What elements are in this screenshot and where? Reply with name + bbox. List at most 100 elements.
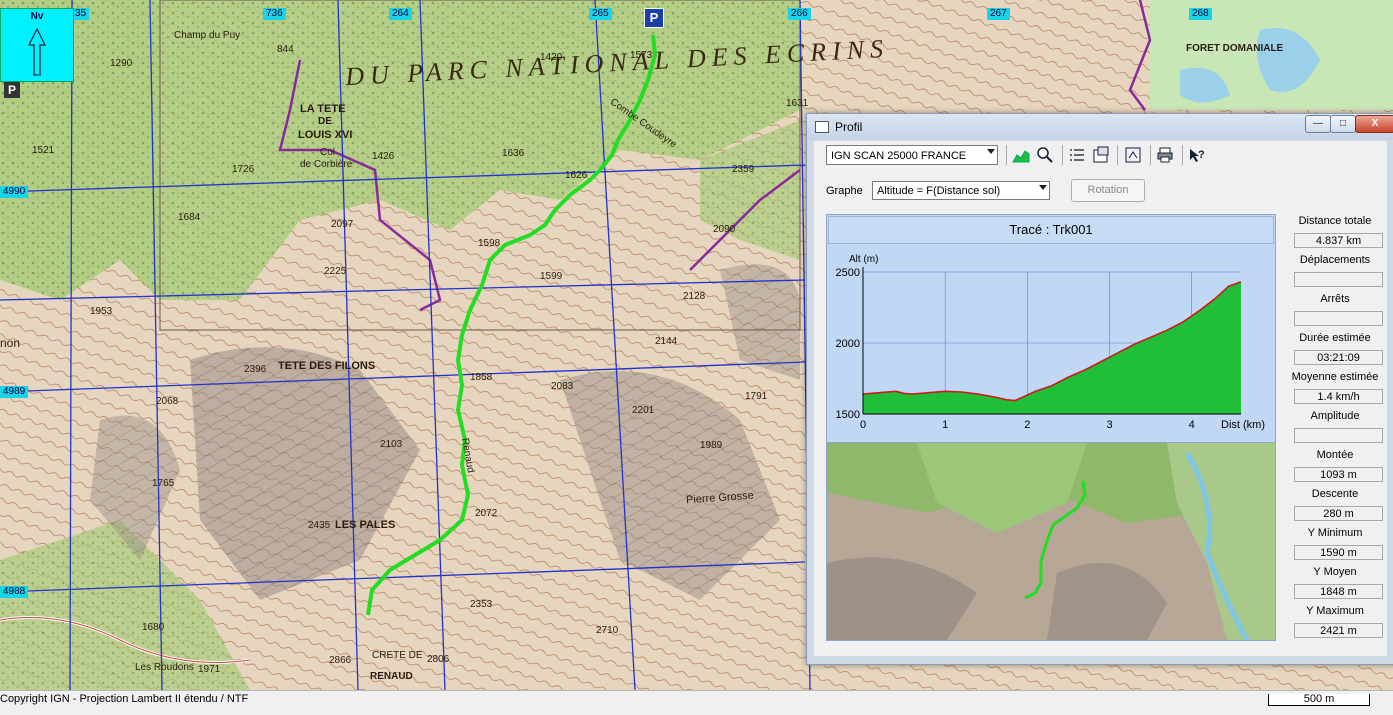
spot-height: 2072	[475, 508, 498, 519]
elevation-chart-panel: Tracé : Trk001 0 1 2 3 4 1500 2000 2500 Alt (m) D…	[826, 214, 1276, 447]
graph-mode-value: Altitude = F(Distance sol)	[877, 185, 1001, 197]
chevron-down-icon	[987, 149, 995, 154]
close-button[interactable]: X	[1355, 115, 1393, 133]
rotation-button[interactable]: Rotation	[1071, 179, 1145, 202]
place-name: Champ du Puy	[174, 30, 241, 41]
grid-label-left-2: 4989	[0, 386, 29, 398]
spot-height: 2083	[551, 381, 574, 392]
spot-height: 2435	[308, 520, 331, 531]
toolbar-separator	[1006, 145, 1007, 165]
spot-height: 1599	[540, 271, 563, 282]
svg-text:?: ?	[1198, 149, 1205, 161]
status-bar: Copyright IGN - Projection Lambert II ét…	[0, 690, 1393, 715]
stat-label: Moyenne estimée	[1291, 371, 1379, 383]
y-tick-label: 1500	[836, 409, 860, 421]
spot-height: 1858	[470, 372, 493, 383]
spot-height: 1573	[630, 50, 653, 61]
export-icon[interactable]	[1124, 146, 1142, 164]
spot-height: 1598	[478, 238, 501, 249]
minimize-button[interactable]: —	[1305, 115, 1331, 133]
spot-height: 1521	[32, 145, 55, 156]
place-name: Les Roudons	[135, 662, 194, 673]
stat-value: 4.837 km	[1294, 233, 1383, 248]
place-name: CRETE DE	[372, 650, 423, 661]
spot-height: 1765	[152, 478, 175, 489]
spot-height: 2225	[324, 266, 347, 277]
x-axis-label: Dist (km)	[1221, 419, 1265, 431]
spot-height: 2359	[732, 164, 755, 175]
stat-value: 1590 m	[1294, 545, 1383, 560]
spot-height: 1680	[142, 622, 165, 633]
spot-height: 1989	[700, 440, 723, 451]
spot-height: 1426	[372, 151, 395, 162]
dialog-titlebar[interactable]: Profil — □ X	[807, 114, 1393, 140]
stat-label: Durée estimée	[1299, 332, 1371, 344]
place-name: non	[0, 336, 21, 350]
stat-label: Amplitude	[1310, 410, 1360, 422]
spot-height: 2201	[632, 405, 655, 416]
spot-height: 2396	[244, 364, 267, 375]
spot-height: 2144	[655, 336, 678, 347]
help-icon[interactable]: ?	[1188, 146, 1206, 164]
place-name: LES PALES	[335, 519, 396, 531]
stat-value: 1.4 km/h	[1294, 389, 1383, 404]
profile-icon[interactable]	[1012, 146, 1030, 164]
y-tick-label: 2500	[836, 267, 860, 279]
spot-height: 1420	[540, 52, 563, 63]
parking-icon-2: P	[4, 82, 20, 98]
grid-label-top-7: 268	[1189, 8, 1212, 20]
spot-height: 2128	[683, 291, 706, 302]
spot-height: 2806	[427, 654, 450, 665]
print-icon[interactable]	[1156, 146, 1174, 164]
maximize-button[interactable]: □	[1330, 115, 1356, 133]
place-name: de Corbière	[300, 159, 353, 170]
zoom-icon[interactable]	[1036, 146, 1054, 164]
stat-value: 280 m	[1294, 506, 1383, 521]
grid-label-top-3: 264	[389, 8, 412, 20]
stat-label: Descente	[1311, 488, 1359, 500]
x-tick-label: 4	[1189, 419, 1195, 431]
graph-mode-select[interactable]: Altitude = F(Distance sol)	[872, 181, 1050, 200]
x-tick-label: 0	[860, 419, 866, 431]
spot-height: 844	[277, 44, 294, 55]
stat-label: Y Moyen	[1313, 566, 1357, 578]
spot-height: 2090	[713, 224, 736, 235]
scale-bar: 500 m	[1268, 694, 1370, 706]
stat-value: 03:21:09	[1294, 350, 1383, 365]
minimap-image	[827, 443, 1275, 640]
properties-icon[interactable]	[1092, 146, 1110, 164]
dialog-title: Profil	[835, 120, 863, 134]
track-minimap[interactable]	[826, 442, 1276, 641]
window-icon	[815, 121, 829, 133]
stat-label: Arrêts	[1320, 293, 1350, 305]
list-icon[interactable]	[1068, 146, 1086, 164]
toolbar-separator	[1062, 145, 1063, 165]
spot-height: 1684	[178, 212, 201, 223]
place-name: TETE DES FILONS	[278, 360, 376, 372]
spot-height: 1631	[786, 98, 809, 109]
stats-panel: Distance totale 4.837 km Déplacements Ar…	[1287, 141, 1387, 656]
spot-height: 2866	[329, 655, 352, 666]
copyright-text: Copyright IGN - Projection Lambert II ét…	[0, 693, 249, 705]
grid-label-top-6: 267	[987, 8, 1010, 20]
profile-dialog: Profil — □ X IGN SCAN 25000 FRANCE ? Gra…	[806, 113, 1393, 665]
y-axis-label: Alt (m)	[849, 254, 878, 265]
spot-height: 1290	[110, 58, 133, 69]
place-name: Col	[320, 147, 336, 158]
chevron-down-icon	[1039, 185, 1047, 190]
x-tick-label: 3	[1106, 419, 1112, 431]
stat-value	[1294, 272, 1383, 287]
map-source-select[interactable]: IGN SCAN 25000 FRANCE	[826, 145, 998, 165]
spot-height: 1626	[565, 170, 588, 181]
parking-icon: P	[644, 8, 664, 28]
place-name: FORET DOMANIALE	[1186, 43, 1284, 54]
spot-height: 2710	[596, 625, 619, 636]
grid-label-top-1: 35	[72, 8, 90, 20]
stat-value: 1093 m	[1294, 467, 1383, 482]
trace-title: Tracé : Trk001	[828, 216, 1274, 244]
spot-height: 2068	[156, 396, 179, 407]
stat-label: Distance totale	[1298, 215, 1372, 227]
stat-value	[1294, 311, 1383, 326]
elevation-chart[interactable]: 0 1 2 3 4 1500 2000 2500 Alt (m) Dist (km)	[827, 245, 1275, 445]
toolbar-separator	[1182, 145, 1183, 165]
